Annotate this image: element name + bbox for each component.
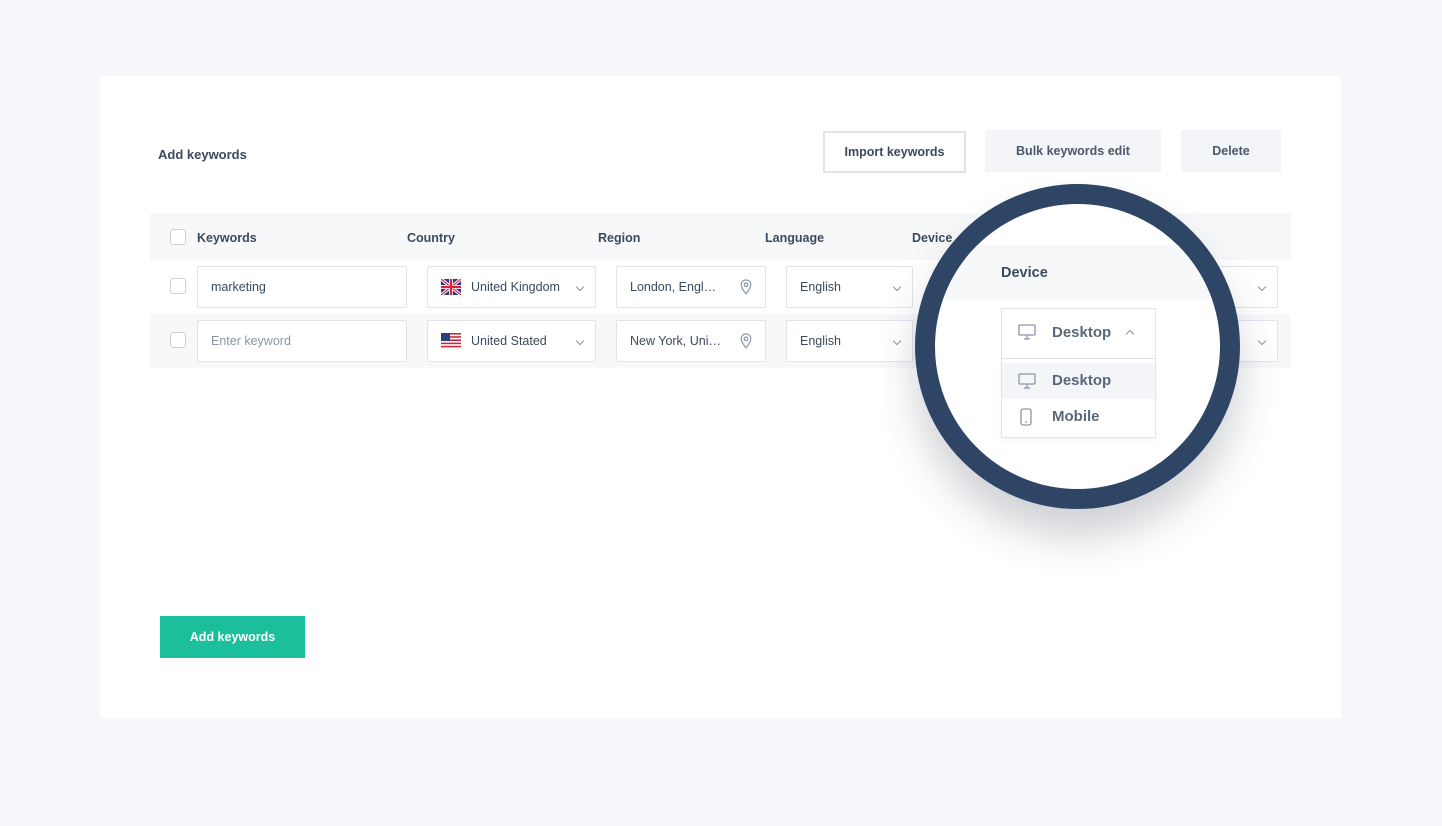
mobile-icon (1020, 408, 1032, 426)
chevron-down-icon (1257, 282, 1267, 292)
column-header-language: Language (765, 231, 825, 245)
device-dropdown-magnifier: Device Desktop Desktop Mobile (915, 184, 1240, 509)
device-option-desktop[interactable]: Desktop (1002, 363, 1155, 399)
region-input[interactable]: New York, Uni… (616, 320, 766, 362)
device-dropdown[interactable]: Desktop (1001, 308, 1156, 359)
device-option-label: Desktop (1052, 372, 1112, 389)
language-select[interactable]: English (786, 266, 913, 308)
country-select[interactable]: United Kingdom (427, 266, 596, 308)
device-option-mobile[interactable]: Mobile (1002, 399, 1155, 435)
region-value: London, Engl… (630, 280, 717, 294)
country-select[interactable]: United Stated (427, 320, 596, 362)
location-pin-icon (740, 279, 752, 295)
import-keywords-button[interactable]: Import keywords (823, 131, 966, 173)
region-input[interactable]: London, Engl… (616, 266, 766, 308)
us-flag-icon (441, 333, 461, 349)
device-dropdown-menu: Desktop Mobile (1001, 359, 1156, 438)
chevron-up-icon (1125, 329, 1135, 339)
region-value: New York, Uni… (630, 334, 722, 348)
desktop-icon (1018, 373, 1036, 389)
device-option-label: Mobile (1052, 408, 1100, 425)
row-checkbox[interactable] (170, 278, 186, 294)
magnified-device-header: Device (1001, 265, 1048, 281)
keyword-input[interactable]: Enter keyword (197, 320, 407, 362)
column-header-device: Device (912, 231, 953, 245)
delete-button[interactable]: Delete (1181, 130, 1281, 172)
column-header-keywords: Keywords (197, 231, 257, 245)
magnified-table-header (935, 245, 1220, 300)
page-title: Add keywords (158, 147, 247, 162)
language-value: English (800, 334, 841, 348)
keyword-placeholder: Enter keyword (211, 334, 291, 348)
keyword-value: marketing (211, 280, 266, 294)
chevron-down-icon (575, 336, 585, 346)
add-keywords-button[interactable]: Add keywords (160, 616, 305, 658)
keyword-input[interactable]: marketing (197, 266, 407, 308)
chevron-down-icon (575, 282, 585, 292)
chevron-down-icon (892, 282, 902, 292)
row-checkbox[interactable] (170, 332, 186, 348)
chevron-down-icon (892, 336, 902, 346)
uk-flag-icon (441, 279, 461, 295)
language-value: English (800, 280, 841, 294)
column-header-country: Country (407, 231, 455, 245)
column-header-region: Region (598, 231, 641, 245)
desktop-icon (1018, 324, 1036, 340)
select-all-checkbox[interactable] (170, 229, 186, 245)
language-select[interactable]: English (786, 320, 913, 362)
chevron-down-icon (1257, 336, 1267, 346)
bulk-keywords-edit-button[interactable]: Bulk keywords edit (985, 130, 1161, 172)
device-selected-value: Desktop (1052, 324, 1112, 341)
location-pin-icon (740, 333, 752, 349)
